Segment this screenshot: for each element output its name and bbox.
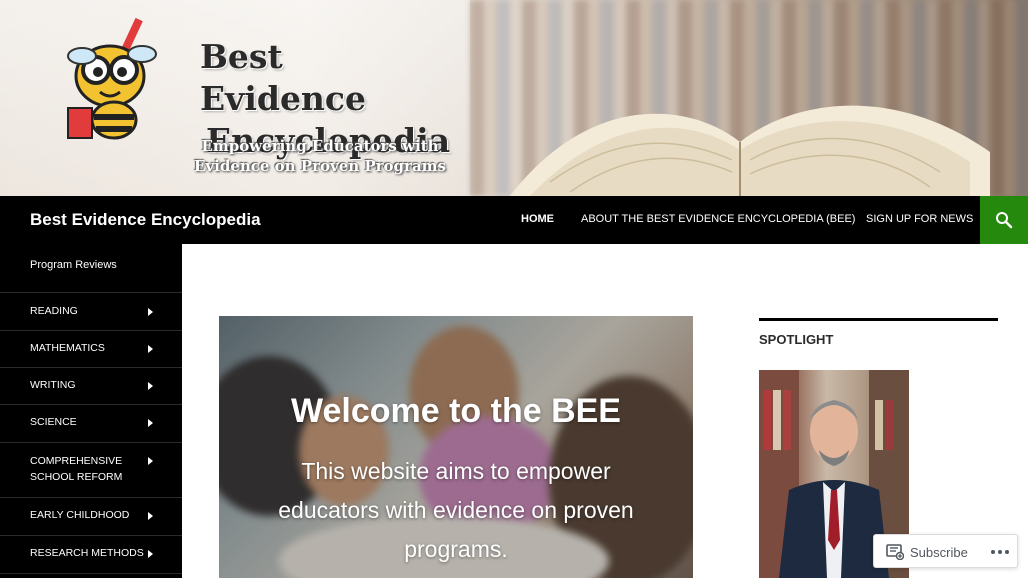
nav-about[interactable]: ABOUT THE BEST EVIDENCE ENCYCLOPEDIA (BE… [581, 213, 855, 225]
left-sidebar: Program Reviews READING MATHEMATICS WRIT… [0, 244, 182, 578]
sidebar-divider [0, 292, 182, 293]
triangle-right-icon [148, 419, 153, 427]
logo-line-1: Best Evidence [200, 37, 367, 118]
search-button[interactable] [980, 196, 1028, 244]
spotlight-title: SPOTLIGHT [759, 332, 834, 347]
triangle-right-icon [148, 457, 153, 465]
sidebar-item-label: EARLY CHILDHOOD [30, 509, 130, 521]
welcome-hero-image[interactable]: Welcome to the BEE This website aims to … [219, 316, 693, 578]
hero-title: Welcome to the BEE [291, 392, 621, 430]
nav-home[interactable]: HOME [521, 213, 554, 225]
sidebar-item-label: MATHEMATICS [30, 342, 105, 354]
banner-tagline: Empowering Educators with Evidence on Pr… [190, 136, 450, 176]
triangle-right-icon [148, 550, 153, 558]
sidebar-item-reading[interactable]: READING [0, 294, 182, 330]
sidebar-divider [0, 573, 182, 574]
reader-icon [886, 544, 904, 560]
sidebar-item-research-methods[interactable]: RESEARCH METHODS [0, 536, 182, 573]
sidebar-item-comprehensive-school-reform[interactable]: COMPREHENSIVE SCHOOL REFORM [0, 443, 182, 497]
nav-sign-up[interactable]: SIGN UP FOR NEWS [866, 213, 973, 225]
site-title-link[interactable]: Best Evidence Encyclopedia [30, 210, 261, 230]
sidebar-item-label: WRITING [30, 379, 76, 391]
bee-mascot-icon [67, 17, 157, 140]
sidebar-program-reviews[interactable]: Program Reviews [30, 259, 117, 271]
top-navigation-bar: Best Evidence Encyclopedia HOME ABOUT TH… [0, 196, 1028, 244]
hero-text: This website aims to empower educators w… [278, 458, 634, 562]
sidebar-item-science[interactable]: SCIENCE [0, 405, 182, 442]
subscribe-bar: Subscribe [873, 534, 1018, 568]
open-book-image [510, 105, 990, 196]
widget-top-border [759, 318, 998, 321]
ellipsis-icon[interactable] [988, 543, 1012, 561]
search-icon [996, 212, 1013, 229]
sidebar-item-label: RESEARCH METHODS [30, 547, 144, 559]
triangle-right-icon [148, 345, 153, 353]
sidebar-item-label: READING [30, 305, 78, 317]
triangle-right-icon [148, 512, 153, 520]
sidebar-item-writing[interactable]: WRITING [0, 368, 182, 405]
subscribe-label: Subscribe [910, 544, 968, 560]
tagline-line-1: Empowering Educators with [201, 137, 439, 155]
sidebar-item-label: COMPREHENSIVE SCHOOL REFORM [30, 455, 123, 483]
header-banner[interactable]: Best Evidence Encyclopedia Empowering Ed… [0, 0, 1028, 196]
sidebar-item-early-childhood[interactable]: EARLY CHILDHOOD [0, 498, 182, 535]
sidebar-item-label: SCIENCE [30, 416, 77, 428]
subscribe-button[interactable]: Subscribe [886, 543, 968, 561]
tagline-line-2: Evidence on Proven Programs [193, 157, 446, 175]
sidebar-item-mathematics[interactable]: MATHEMATICS [0, 331, 182, 368]
triangle-right-icon [148, 382, 153, 390]
triangle-right-icon [148, 308, 153, 316]
